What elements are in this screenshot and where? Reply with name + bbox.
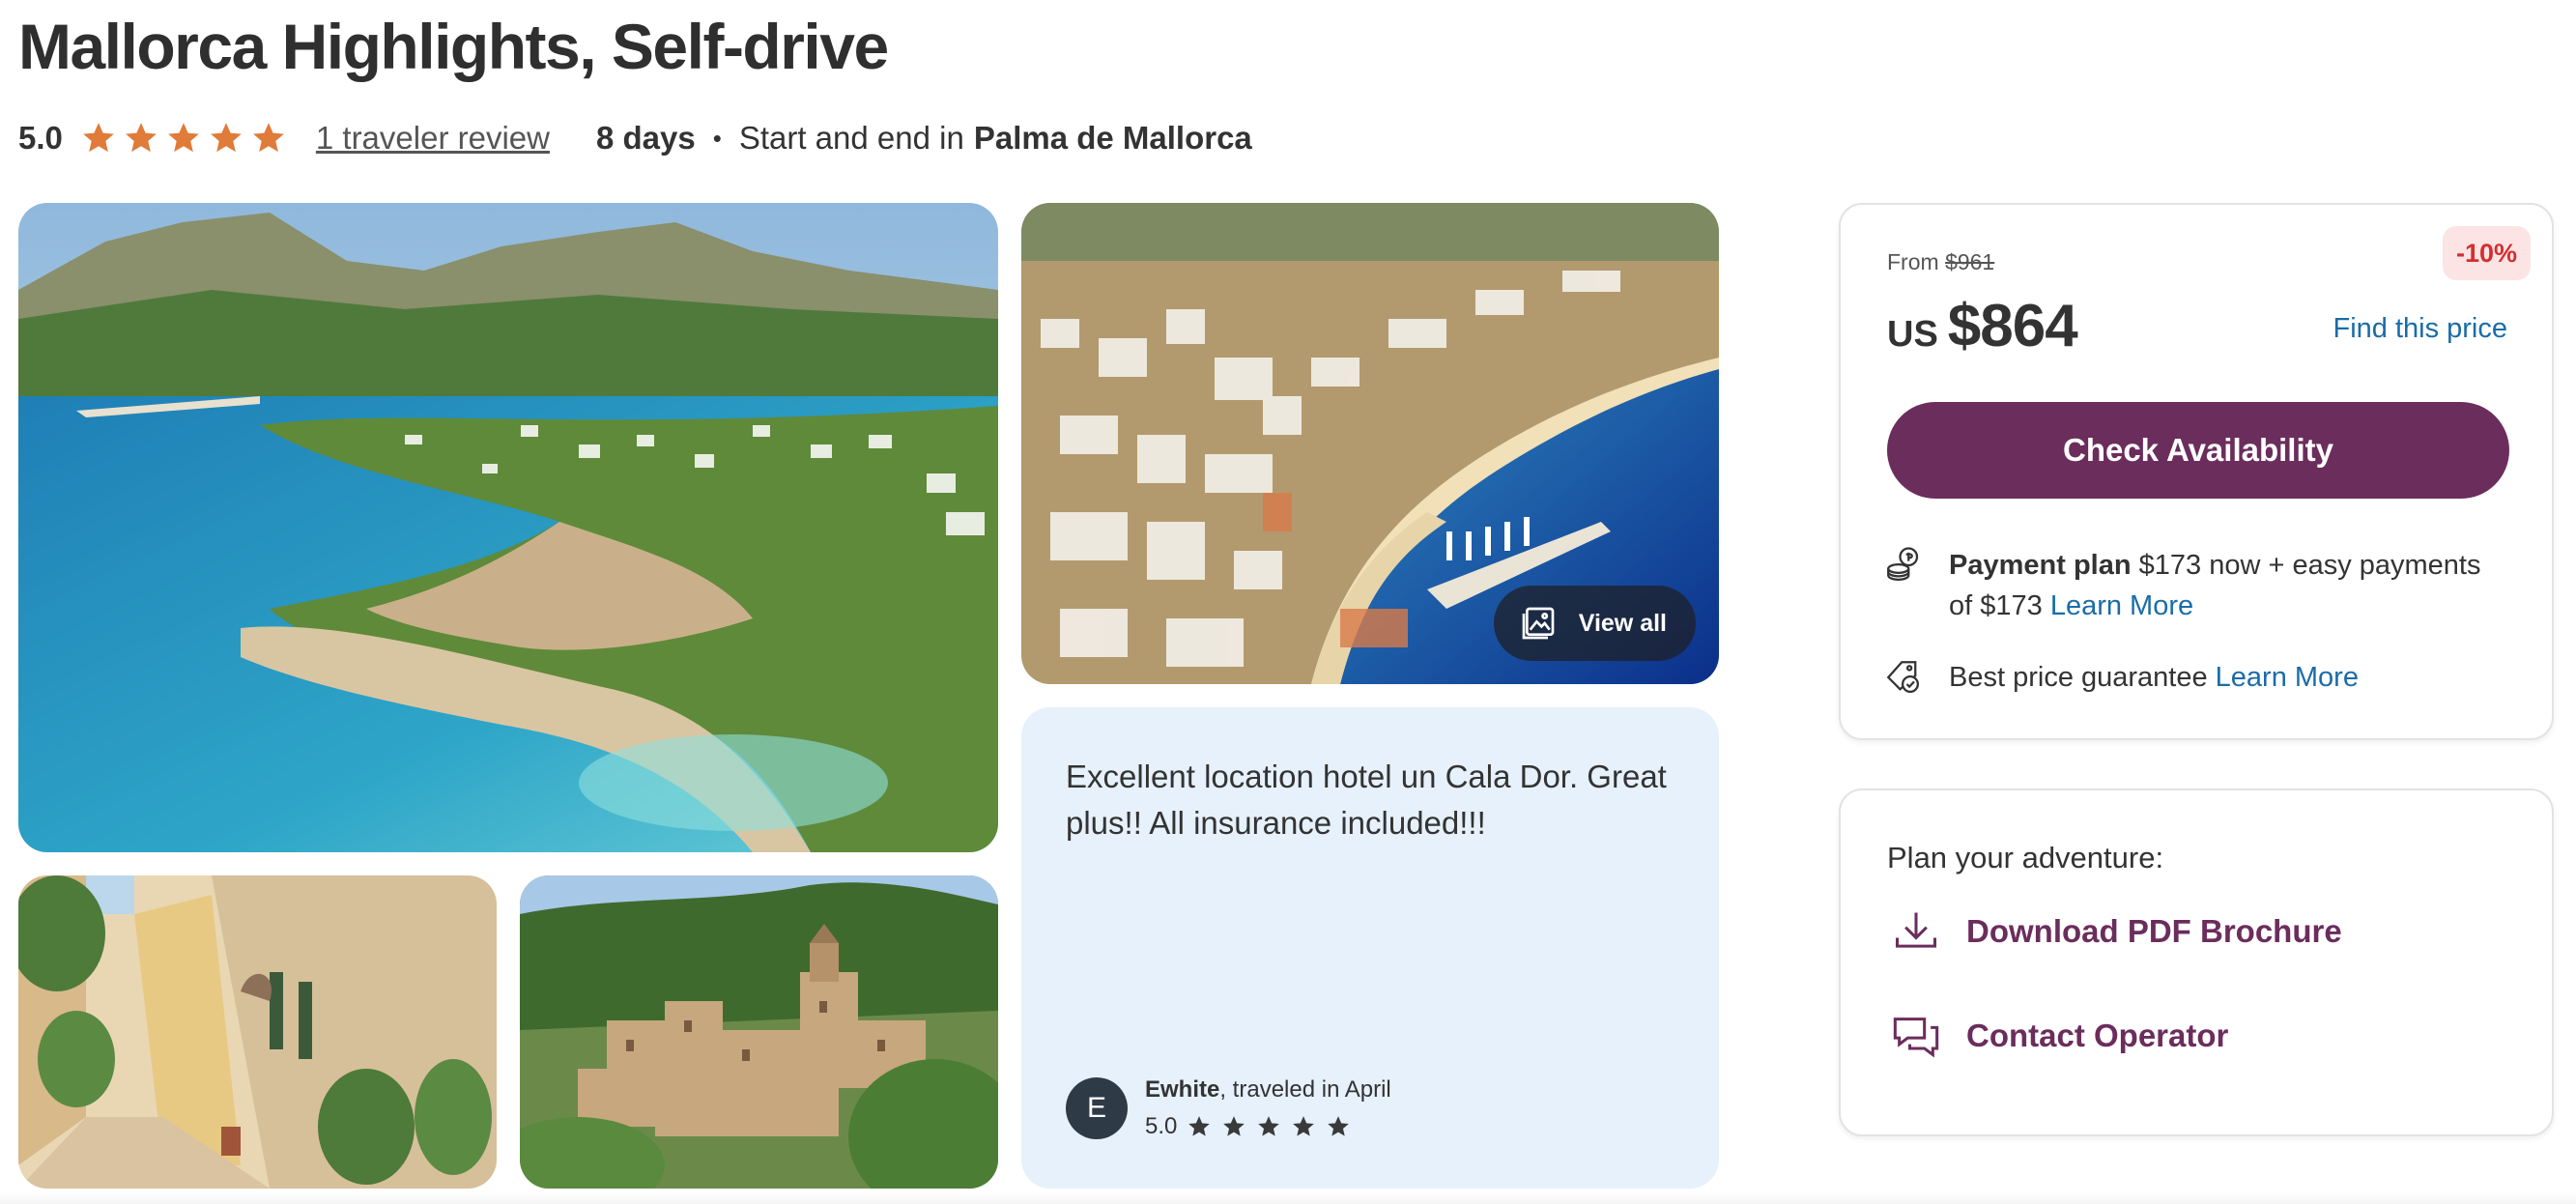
gallery-image-beach[interactable]: View all	[1021, 203, 1719, 684]
current-price: US $864	[1887, 292, 2078, 360]
gallery-image-coast[interactable]	[18, 203, 998, 852]
check-availability-button[interactable]: Check Availability	[1887, 402, 2509, 499]
download-label: Download PDF Brochure	[1966, 913, 2342, 949]
gallery-icon	[1522, 607, 1555, 640]
star-icon	[253, 123, 284, 153]
gallery-image-village[interactable]	[520, 875, 998, 1189]
star-icon	[126, 123, 157, 153]
star-icon	[211, 123, 242, 153]
plan-adventure-card: Plan your adventure: Download PDF Brochu…	[1839, 788, 2554, 1136]
view-all-label: View all	[1578, 609, 1667, 637]
contact-label: Contact Operator	[1966, 1018, 2229, 1053]
tour-page: Mallorca Highlights, Self-drive 5.0 1 tr…	[0, 0, 2576, 1204]
find-price-link[interactable]: Find this price	[2333, 313, 2507, 345]
traveler-review-link[interactable]: 1 traveler review	[316, 120, 550, 157]
payment-plan-label: Payment plan	[1949, 550, 2132, 581]
reviewer-name: Ewhite	[1145, 1076, 1220, 1103]
star-icon	[1258, 1116, 1280, 1136]
reviewer: E Ewhite, traveled in April 5.0	[1066, 1076, 1391, 1140]
star-icon	[1328, 1116, 1350, 1136]
download-brochure-button[interactable]: Download PDF Brochure	[1891, 906, 2342, 957]
currency-label: US	[1887, 314, 1938, 355]
price-card: From $961 -10% US $864 Find this price C…	[1839, 203, 2554, 740]
reviewer-meta: , traveled in April	[1219, 1076, 1391, 1103]
rating-stars	[80, 120, 287, 157]
price-from: From $961	[1887, 249, 1994, 275]
price-tag-check-icon	[1886, 661, 1920, 694]
star-icon	[83, 123, 114, 153]
chat-bubbles-icon	[1893, 1018, 1939, 1058]
coins-icon	[1887, 547, 1919, 582]
old-price: $961	[1945, 249, 1995, 274]
separator-dot: •	[712, 123, 722, 153]
discount-badge: -10%	[2442, 226, 2531, 280]
reviewer-rating: 5.0	[1145, 1113, 1391, 1140]
star-icon	[168, 123, 199, 153]
star-icon	[1293, 1116, 1315, 1136]
tour-meta: 5.0 1 traveler review 8 days • Start and…	[18, 114, 1252, 162]
gallery-image-street[interactable]	[18, 875, 497, 1189]
download-icon	[1895, 912, 1937, 948]
view-all-button[interactable]: View all	[1493, 586, 1696, 661]
featured-review-card: Excellent location hotel un Cala Dor. Gr…	[1021, 707, 1719, 1189]
page-bottom-shadow	[0, 1192, 2576, 1204]
plan-title: Plan your adventure:	[1887, 841, 2164, 874]
payment-plan-text: Payment plan $173 now + easy payments of…	[1949, 545, 2511, 626]
overall-rating: 5.0	[18, 120, 63, 156]
star-icon	[1188, 1116, 1211, 1136]
payment-learn-more-link[interactable]: Learn More	[2050, 590, 2193, 621]
guarantee-learn-more-link[interactable]: Learn More	[2216, 662, 2359, 693]
payment-plan: Payment plan $173 now + easy payments of…	[1883, 545, 2511, 626]
location-city: Palma de Mallorca	[973, 120, 1252, 156]
page-title: Mallorca Highlights, Self-drive	[18, 11, 889, 82]
reviewer-info: Ewhite, traveled in April 5.0	[1145, 1076, 1391, 1140]
avatar: E	[1066, 1077, 1128, 1139]
tour-duration: 8 days	[595, 120, 696, 156]
star-icon	[1223, 1116, 1245, 1136]
reviewer-rating-value: 5.0	[1145, 1113, 1178, 1139]
best-price-guarantee: Best price guarantee Learn More	[1883, 657, 2359, 698]
contact-operator-button[interactable]: Contact Operator	[1891, 1011, 2228, 1061]
guarantee-text: Best price guarantee	[1949, 661, 2216, 693]
from-label: From	[1887, 249, 1939, 274]
price-amount: $864	[1947, 293, 2078, 359]
review-text: Excellent location hotel un Cala Dor. Gr…	[1066, 759, 1667, 841]
location-prefix: Start and end in	[738, 120, 964, 156]
